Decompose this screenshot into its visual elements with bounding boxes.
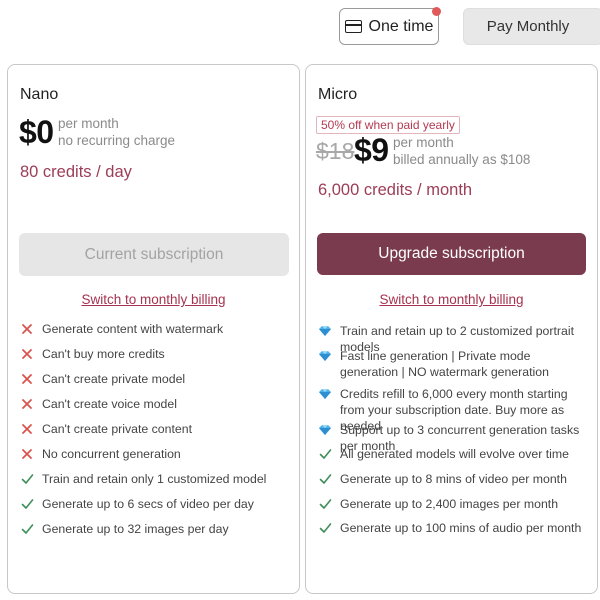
cross-icon [20,421,34,437]
cross-icon [20,321,34,337]
feature-text: Can't create voice model [42,397,177,411]
check-icon [20,521,34,537]
feature-text: Can't create private model [42,372,186,386]
plan-credits: 80 credits / day [20,163,132,181]
feature-item: Can't create private content [20,421,291,437]
check-icon [318,471,332,487]
feature-item: Generate content with watermark [20,321,291,337]
credit-card-icon [344,20,362,33]
diamond-icon [318,323,332,339]
feature-item: Can't create private model [20,371,291,387]
current-subscription-button: Current subscription [19,233,289,276]
plan-credits: 6,000 credits / month [318,181,473,199]
cross-icon [20,446,34,462]
feature-text: Fast line generation | Private mode gene… [340,349,549,379]
switch-to-monthly-link[interactable]: Switch to monthly billing [306,292,597,307]
price-note-per-month: per month [58,116,119,131]
cross-icon [20,346,34,362]
upgrade-subscription-button[interactable]: Upgrade subscription [317,233,586,275]
feature-text: Can't buy more credits [42,347,165,361]
switch-to-monthly-link[interactable]: Switch to monthly billing [8,292,299,307]
check-icon [318,496,332,512]
feature-text: Generate content with watermark [42,322,224,336]
feature-text: Can't create private content [42,422,192,436]
feature-item: All generated models will evolve over ti… [318,446,589,462]
feature-text: Generate up to 8 mins of video per month [340,472,567,486]
check-icon [20,496,34,512]
price-note-billing: billed annually as $108 [393,152,531,167]
feature-text: Train and retain only 1 customized model [42,472,267,486]
price-note-per-month: per month [393,135,454,150]
feature-item: Fast line generation | Private mode gene… [318,348,589,380]
diamond-icon [318,348,332,364]
check-icon [318,520,332,536]
feature-item: Can't create voice model [20,396,291,412]
one-time-button[interactable]: One time [339,8,439,45]
pay-monthly-label: Pay Monthly [486,18,570,35]
feature-item: Generate up to 100 mins of audio per mon… [318,520,589,536]
cross-icon [20,371,34,387]
plan-price: $9 [354,132,389,168]
pay-monthly-button[interactable]: Pay Monthly [463,8,600,45]
feature-item: Can't buy more credits [20,346,291,362]
check-icon [20,471,34,487]
original-price: $18 [316,138,355,164]
feature-item: No concurrent generation [20,446,291,462]
plan-card-nano: Nano $0 per month no recurring charge 80… [7,64,300,594]
feature-item: Generate up to 32 images per day [20,521,291,537]
feature-item: Generate up to 2,400 images per month [318,496,589,512]
plan-name: Micro [318,86,358,103]
diamond-icon [318,422,332,438]
feature-item: Train and retain only 1 customized model [20,471,291,487]
feature-text: Generate up to 6 secs of video per day [42,497,254,511]
feature-text: Generate up to 2,400 images per month [340,497,559,511]
diamond-icon [318,386,332,402]
cross-icon [20,396,34,412]
billing-toggle: One time Pay Monthly [0,7,600,46]
check-icon [318,446,332,462]
feature-text: Generate up to 100 mins of audio per mon… [340,521,582,535]
plan-name: Nano [20,86,59,103]
one-time-label: One time [368,17,434,35]
feature-text: All generated models will evolve over ti… [340,447,569,461]
feature-text: Generate up to 32 images per day [42,522,229,536]
notification-dot [432,7,441,16]
plan-price: $0 [19,114,54,150]
feature-text: No concurrent generation [42,447,181,461]
price-note-billing: no recurring charge [58,133,176,148]
feature-item: Generate up to 8 mins of video per month [318,471,589,487]
feature-item: Generate up to 6 secs of video per day [20,496,291,512]
plan-card-micro: Micro 50% off when paid yearly $18 $9 pe… [305,64,598,594]
